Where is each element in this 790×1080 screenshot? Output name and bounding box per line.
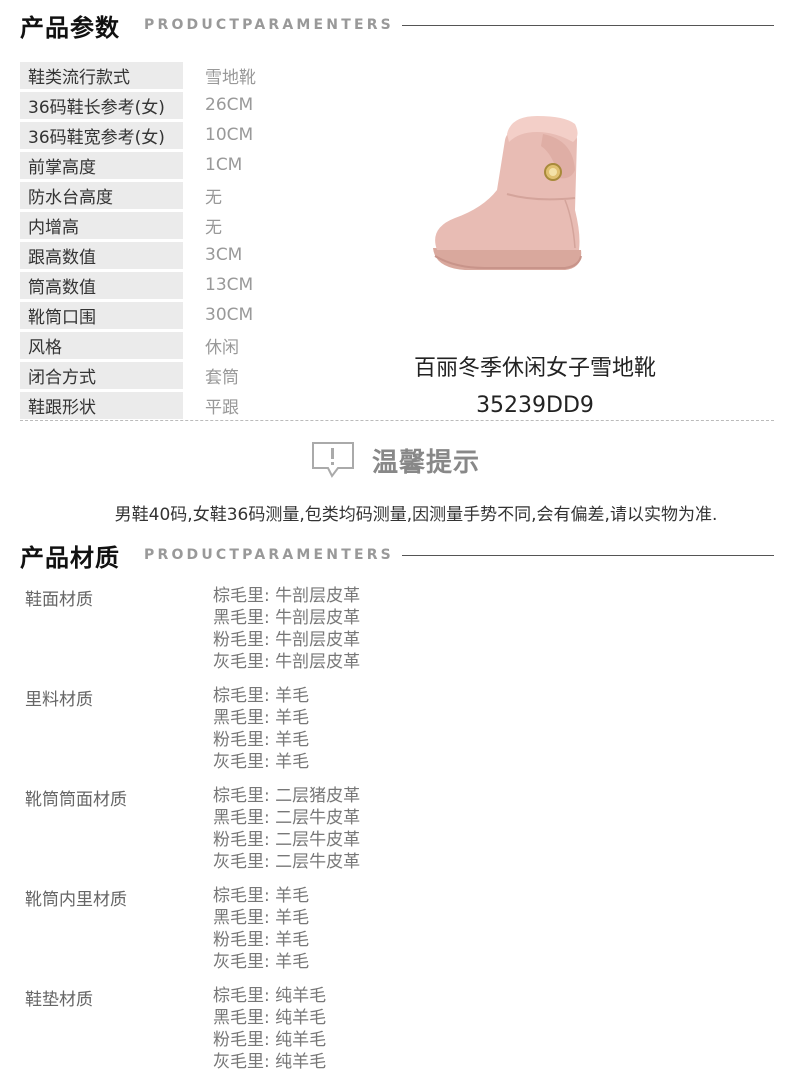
material-label: 鞋面材质 [25, 590, 93, 610]
tip-header: 温馨提示 [0, 438, 790, 482]
material-lines: 棕毛里: 纯羊毛 黑毛里: 纯羊毛 粉毛里: 纯羊毛 灰毛里: 纯羊毛 [213, 985, 326, 1073]
param-label: 防水台高度 [20, 181, 183, 209]
param-row: 风格 休闲 [20, 330, 300, 360]
material-line: 粉毛里: 二层牛皮革 [213, 830, 361, 850]
material-line: 棕毛里: 羊毛 [213, 686, 310, 706]
material-line: 黑毛里: 羊毛 [213, 708, 310, 728]
material-lines: 棕毛里: 牛剖层皮革 黑毛里: 牛剖层皮革 粉毛里: 牛剖层皮革 灰毛里: 牛剖… [213, 585, 360, 673]
param-value: 无 [205, 217, 222, 238]
param-value: 3CM [205, 245, 243, 265]
product-name: 百丽冬季休闲女子雪地靴 [413, 356, 656, 381]
param-value: 1CM [205, 155, 243, 175]
param-row: 内增高 无 [20, 210, 300, 240]
param-label: 靴筒口围 [20, 301, 183, 329]
section-title: 产品参数 [20, 13, 120, 42]
material-line: 灰毛里: 纯羊毛 [213, 1052, 327, 1072]
param-label: 36码鞋长参考(女) [20, 91, 183, 119]
param-value: 13CM [205, 275, 254, 295]
param-label: 跟高数值 [20, 241, 183, 269]
param-label: 前掌高度 [20, 151, 183, 179]
section-title: 产品材质 [20, 543, 120, 572]
param-row: 36码鞋长参考(女) 26CM [20, 90, 300, 120]
param-label: 闭合方式 [20, 361, 183, 389]
material-lines: 棕毛里: 二层猪皮革 黑毛里: 二层牛皮革 粉毛里: 二层牛皮革 灰毛里: 二层… [213, 785, 360, 873]
material-lines: 棕毛里: 羊毛 黑毛里: 羊毛 粉毛里: 羊毛 灰毛里: 羊毛 [213, 685, 309, 773]
param-value: 休闲 [205, 337, 239, 358]
tip-title: 温馨提示 [371, 447, 480, 478]
material-label: 靴筒内里材质 [25, 890, 127, 910]
material-line: 灰毛里: 羊毛 [213, 952, 310, 972]
material-line: 棕毛里: 羊毛 [213, 886, 310, 906]
param-value: 无 [205, 187, 222, 208]
param-label: 36码鞋宽参考(女) [20, 121, 183, 149]
material-line: 黑毛里: 纯羊毛 [213, 1008, 327, 1028]
material-line: 粉毛里: 纯羊毛 [213, 1030, 327, 1050]
material-lines: 棕毛里: 羊毛 黑毛里: 羊毛 粉毛里: 羊毛 灰毛里: 羊毛 [213, 885, 309, 973]
param-value: 雪地靴 [205, 67, 256, 88]
param-row: 鞋类流行款式 雪地靴 [20, 60, 300, 90]
material-line: 粉毛里: 羊毛 [213, 730, 310, 750]
section-subtitle: PRODUCTPARAMENTERS [144, 547, 394, 563]
material-line: 棕毛里: 二层猪皮革 [213, 786, 361, 806]
material-line: 灰毛里: 二层牛皮革 [213, 852, 361, 872]
param-row: 前掌高度 1CM [20, 150, 300, 180]
material-label: 靴筒筒面材质 [25, 790, 127, 810]
divider-line [401, 554, 774, 556]
section-header-materials: 产品材质 PRODUCTPARAMENTERS [20, 540, 774, 572]
param-value: 26CM [205, 95, 254, 115]
material-line: 棕毛里: 纯羊毛 [213, 986, 327, 1006]
pink-snow-boot-image [433, 116, 582, 270]
material-line: 粉毛里: 牛剖层皮革 [213, 630, 361, 650]
material-line: 灰毛里: 牛剖层皮革 [213, 652, 361, 672]
param-row: 防水台高度 无 [20, 180, 300, 210]
material-line: 粉毛里: 羊毛 [213, 930, 310, 950]
param-label: 筒高数值 [20, 271, 183, 299]
tip-text: 男鞋40码,女鞋36码测量,包类均码测量,因测量手势不同,会有偏差,请以实物为准… [114, 505, 718, 525]
param-row: 闭合方式 套筒 [20, 360, 300, 390]
param-label: 鞋跟形状 [20, 391, 183, 419]
param-value: 平跟 [205, 397, 239, 418]
param-value: 10CM [205, 125, 254, 145]
param-row: 36码鞋宽参考(女) 10CM [20, 120, 300, 150]
param-row: 跟高数值 3CM [20, 240, 300, 270]
param-label: 风格 [20, 331, 183, 359]
dashed-divider [20, 420, 774, 421]
material-line: 黑毛里: 羊毛 [213, 908, 310, 928]
param-label: 内增高 [20, 211, 183, 239]
param-row: 靴筒口围 30CM [20, 300, 300, 330]
material-line: 棕毛里: 牛剖层皮革 [213, 586, 361, 606]
material-label: 鞋垫材质 [25, 990, 93, 1010]
material-line: 黑毛里: 二层牛皮革 [213, 808, 361, 828]
section-header-params: 产品参数 PRODUCTPARAMENTERS [20, 10, 774, 42]
param-value: 30CM [205, 305, 254, 325]
param-table: 鞋类流行款式 雪地靴 36码鞋长参考(女) 26CM 36码鞋宽参考(女) 10… [20, 60, 300, 420]
material-line: 灰毛里: 羊毛 [213, 752, 310, 772]
param-value: 套筒 [205, 367, 239, 388]
product-code: 35239DD9 [476, 393, 594, 418]
param-label: 鞋类流行款式 [20, 61, 183, 89]
section-subtitle: PRODUCTPARAMENTERS [144, 17, 394, 33]
param-row: 鞋跟形状 平跟 [20, 390, 300, 420]
divider-line [401, 24, 774, 26]
param-row: 筒高数值 13CM [20, 270, 300, 300]
material-label: 里料材质 [25, 690, 93, 710]
exclamation-speech-bubble-icon [311, 442, 354, 478]
material-line: 黑毛里: 牛剖层皮革 [213, 608, 361, 628]
